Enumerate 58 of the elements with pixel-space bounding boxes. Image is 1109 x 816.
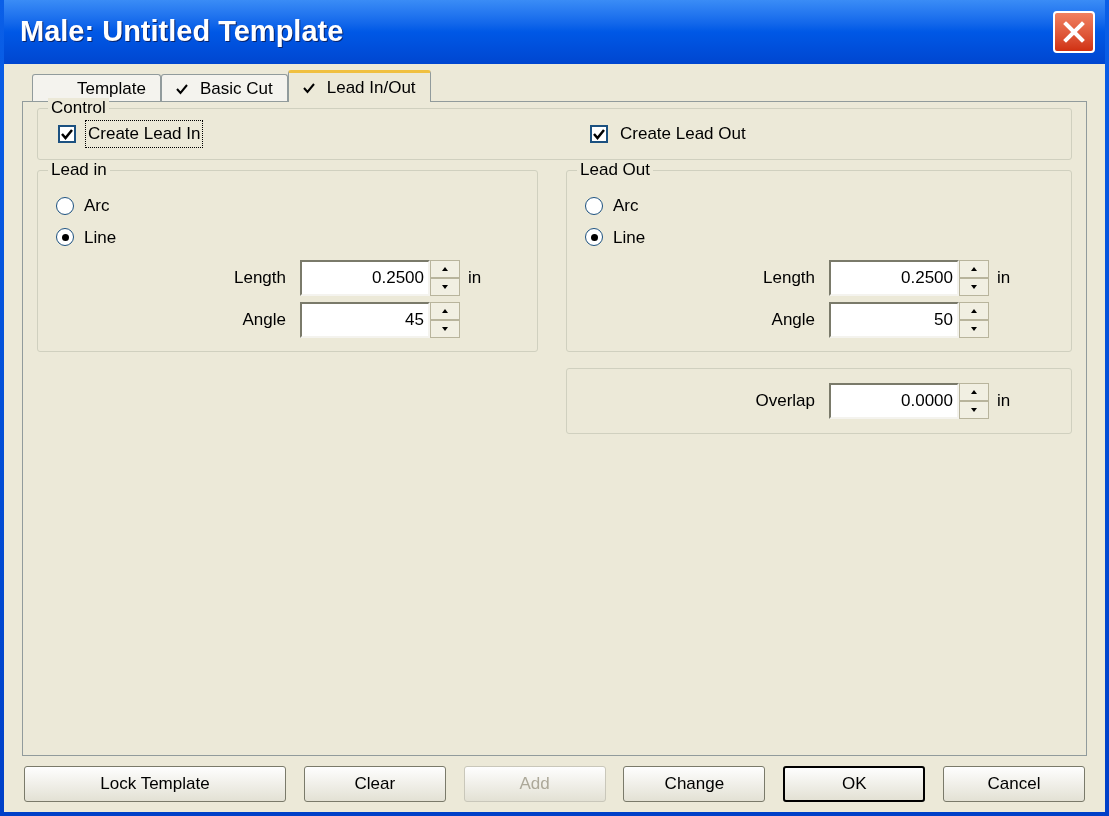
down-arrow-icon	[442, 327, 448, 331]
radio-button[interactable]	[56, 196, 74, 215]
radio-label: Line	[613, 226, 646, 249]
checkbox[interactable]	[590, 125, 608, 143]
number-field[interactable]: 0.0000	[829, 383, 960, 419]
radio-label: Arc	[84, 195, 110, 217]
unit-label: in	[997, 390, 1011, 413]
number-field[interactable]: 0.2500	[829, 260, 960, 296]
field-label: Angle	[770, 309, 816, 332]
checkbox-label: Create Lead Out	[619, 123, 747, 146]
field-label: Length	[762, 267, 816, 290]
radio-label: Arc	[613, 195, 639, 217]
field-label: Overlap	[754, 390, 816, 413]
checkbox[interactable]	[58, 125, 76, 143]
window-title: Male: Untitled Template	[20, 14, 344, 50]
unit-label: in	[997, 267, 1011, 290]
up-arrow-icon	[971, 390, 978, 394]
down-arrow-icon	[971, 285, 978, 289]
dialog-button[interactable]: Lock Template	[24, 766, 286, 802]
unit-label: in	[468, 267, 482, 290]
radio-button[interactable]	[585, 196, 604, 215]
up-arrow-icon	[442, 267, 448, 271]
tab[interactable]: Template	[32, 74, 161, 102]
up-arrow-icon	[442, 309, 448, 313]
field-label: Length	[233, 267, 286, 290]
close-button[interactable]	[1053, 11, 1095, 53]
spin-up-button[interactable]	[430, 260, 460, 278]
spin-down-button[interactable]	[959, 401, 990, 419]
number-field[interactable]: 50	[829, 302, 960, 338]
dialog-button[interactable]: Cancel	[943, 766, 1085, 802]
spin-down-button[interactable]	[959, 278, 990, 296]
dialog-button[interactable]: OK	[783, 766, 926, 802]
up-arrow-icon	[971, 267, 978, 271]
check-icon	[302, 81, 315, 94]
field-label: Angle	[241, 309, 286, 332]
spin-down-button[interactable]	[959, 320, 990, 338]
spin-down-button[interactable]	[430, 320, 460, 338]
number-field[interactable]: 0.2500	[300, 260, 430, 296]
dialog-button[interactable]: Change	[623, 766, 766, 802]
down-arrow-icon	[971, 327, 978, 331]
radio-button[interactable]	[56, 228, 74, 247]
spin-up-button[interactable]	[430, 302, 460, 320]
radio-label: Line	[84, 226, 117, 249]
up-arrow-icon	[971, 309, 978, 313]
dialog-button[interactable]: Clear	[303, 766, 446, 802]
spin-up-button[interactable]	[959, 260, 990, 278]
down-arrow-icon	[971, 408, 978, 412]
tab[interactable]: Lead In/Out	[287, 70, 431, 102]
down-arrow-icon	[442, 285, 448, 289]
close-icon	[1062, 20, 1086, 44]
radio-button[interactable]	[585, 228, 604, 247]
checkbox-label: Create Lead In	[86, 121, 203, 147]
spin-up-button[interactable]	[959, 383, 990, 401]
number-field[interactable]: 45	[300, 302, 430, 338]
tab[interactable]: Basic Cut	[161, 74, 288, 102]
spin-up-button[interactable]	[959, 302, 990, 320]
spin-down-button[interactable]	[430, 278, 460, 296]
check-icon	[176, 82, 188, 95]
